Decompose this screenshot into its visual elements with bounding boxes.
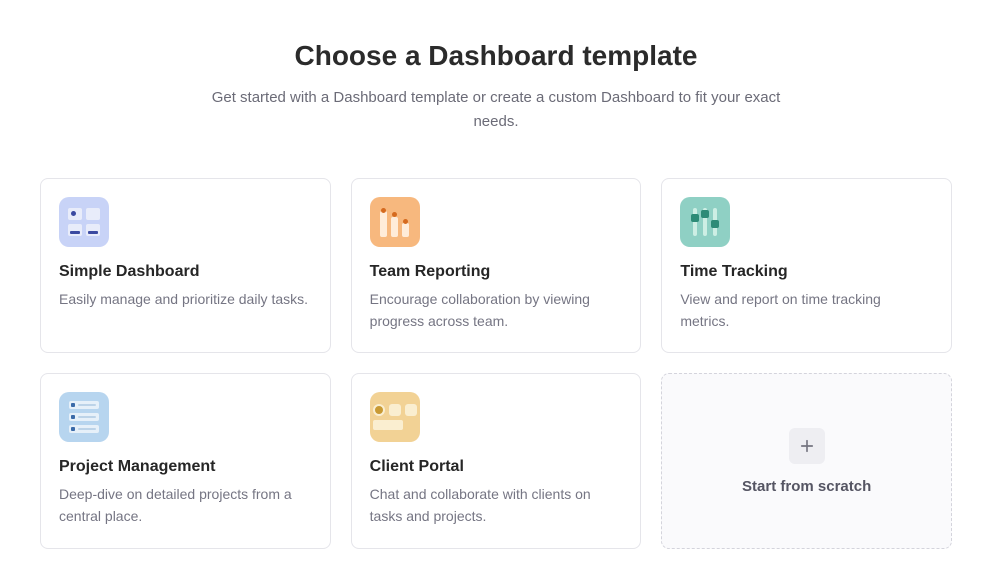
template-card-desc: Easily manage and prioritize daily tasks… xyxy=(59,289,312,311)
template-card-title: Simple Dashboard xyxy=(59,263,312,281)
template-card-desc: View and report on time tracking metrics… xyxy=(680,289,933,332)
template-card-time-tracking[interactable]: Time Tracking View and report on time tr… xyxy=(661,178,952,353)
time-tracking-icon xyxy=(680,197,730,247)
start-from-scratch-label: Start from scratch xyxy=(742,478,871,495)
header: Choose a Dashboard template Get started … xyxy=(40,40,952,134)
template-card-title: Project Management xyxy=(59,458,312,476)
start-from-scratch-card[interactable]: Start from scratch xyxy=(661,373,952,548)
template-card-title: Client Portal xyxy=(370,458,623,476)
template-card-project-management[interactable]: Project Management Deep-dive on detailed… xyxy=(40,373,331,548)
simple-dashboard-icon xyxy=(59,197,109,247)
page-title: Choose a Dashboard template xyxy=(40,40,952,72)
template-chooser: Choose a Dashboard template Get started … xyxy=(0,0,992,549)
template-grid: Simple Dashboard Easily manage and prior… xyxy=(40,178,952,549)
team-reporting-icon xyxy=(370,197,420,247)
template-card-title: Time Tracking xyxy=(680,263,933,281)
template-card-desc: Chat and collaborate with clients on tas… xyxy=(370,484,623,527)
template-card-client-portal[interactable]: Client Portal Chat and collaborate with … xyxy=(351,373,642,548)
template-card-desc: Encourage collaboration by viewing progr… xyxy=(370,289,623,332)
template-card-simple-dashboard[interactable]: Simple Dashboard Easily manage and prior… xyxy=(40,178,331,353)
template-card-title: Team Reporting xyxy=(370,263,623,281)
template-card-desc: Deep-dive on detailed projects from a ce… xyxy=(59,484,312,527)
template-card-team-reporting[interactable]: Team Reporting Encourage collaboration b… xyxy=(351,178,642,353)
project-management-icon xyxy=(59,392,109,442)
client-portal-icon xyxy=(370,392,420,442)
page-subtitle: Get started with a Dashboard template or… xyxy=(196,86,796,134)
plus-icon xyxy=(789,428,825,464)
